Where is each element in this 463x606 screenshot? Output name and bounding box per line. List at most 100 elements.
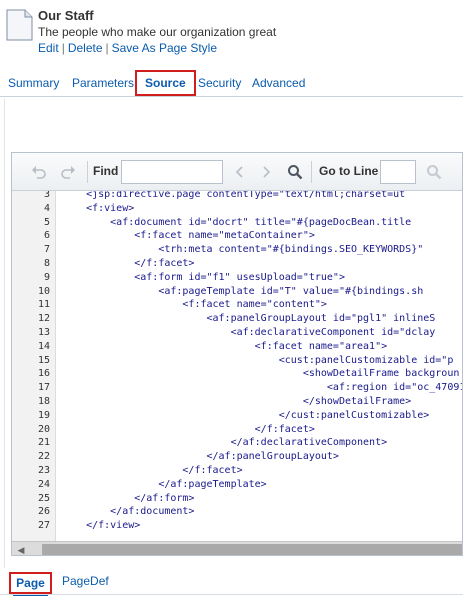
line-number: 7: [43, 244, 50, 256]
line-number: 19: [37, 409, 50, 421]
code-line: 14 <f:facet name="area1">: [12, 340, 462, 354]
magnifier-icon[interactable]: [285, 162, 305, 182]
code-line: 10 <af:pageTemplate id="T" value="#{bind…: [12, 285, 462, 299]
delete-link[interactable]: Delete: [68, 41, 103, 55]
line-number: 13: [37, 327, 50, 338]
code-line: 22 </af:panelGroupLayout>: [12, 450, 462, 464]
bottom-tab-divider: [0, 594, 463, 595]
code-line: 23 </f:facet>: [12, 464, 462, 478]
code-line: 19 </cust:panelCustomizable>: [12, 409, 462, 423]
code-line: 21 </af:declarativeComponent>: [12, 436, 462, 450]
tab-bar: Summary Parameters Source Security Advan…: [0, 70, 463, 96]
code-line: 13 <af:declarativeComponent id="dclay: [12, 326, 462, 340]
separator: |: [105, 41, 109, 55]
editor-toolbar: Find Go to Line: [12, 153, 462, 191]
code-text: <f:facet name="area1">: [62, 340, 388, 352]
code-text: </f:view>: [62, 520, 141, 532]
code-line: 11 <f:facet name="content">: [12, 298, 462, 312]
line-number: 16: [37, 368, 50, 380]
go-to-line-label: Go to Line: [319, 164, 379, 178]
code-text: </af:declarativeComponent>: [62, 437, 388, 449]
go-magnifier-icon[interactable]: [424, 162, 444, 182]
tab-source[interactable]: Source: [135, 70, 196, 96]
scroll-left-arrow-icon[interactable]: ◀: [15, 544, 27, 555]
code-line: 15 <cust:panelCustomizable id="p: [12, 354, 462, 368]
code-text: <af:declarativeComponent id="dclay: [62, 327, 436, 338]
horizontal-scrollbar[interactable]: ◀: [12, 541, 462, 555]
code-line: 18 </showDetailFrame>: [12, 395, 462, 409]
tab-advanced[interactable]: Advanced: [252, 70, 305, 96]
find-label: Find: [93, 164, 119, 178]
line-number: 10: [37, 285, 50, 297]
line-number: 21: [37, 437, 50, 449]
separator: |: [61, 41, 65, 55]
scrollbar-thumb[interactable]: [42, 544, 462, 555]
line-number: 11: [37, 299, 50, 311]
line-number: 4: [43, 202, 50, 214]
save-as-page-style-link[interactable]: Save As Page Style: [112, 41, 217, 55]
code-text: </af:pageTemplate>: [62, 478, 267, 490]
code-line: 7 <trh:meta content="#{bindings.SEO_KEYW…: [12, 243, 462, 257]
code-line: 25 </af:form>: [12, 492, 462, 506]
code-text: <af:document id="docrt" title="#{pageDoc…: [62, 216, 412, 228]
line-number: 24: [37, 478, 50, 490]
line-number: 22: [37, 451, 50, 463]
page-document-icon: [6, 9, 33, 41]
code-line: 27 </f:view>: [12, 519, 462, 533]
tab-summary[interactable]: Summary: [8, 70, 59, 96]
code-text: <af:panelGroupLayout id="pgl1" inlineS: [62, 313, 436, 325]
tab-parameters[interactable]: Parameters: [72, 70, 134, 96]
tab-pagedef[interactable]: PageDef: [62, 572, 109, 594]
undo-icon[interactable]: [29, 162, 49, 182]
code-text: <showDetailFrame backgroun: [62, 368, 460, 380]
line-number: 27: [37, 520, 50, 532]
header-actions: Edit | Delete | Save As Page Style: [38, 41, 217, 55]
line-number: 18: [37, 396, 50, 407]
line-number: 8: [43, 258, 50, 269]
chevron-left-icon[interactable]: [230, 162, 250, 182]
go-to-line-input[interactable]: [380, 160, 416, 184]
code-text: </af:form>: [62, 492, 195, 504]
line-number: 9: [43, 271, 50, 283]
code-text: </f:facet>: [62, 465, 243, 476]
line-number: 15: [37, 354, 50, 366]
line-number: 3: [43, 191, 50, 200]
code-text: </af:panelGroupLayout>: [62, 451, 339, 463]
line-number: 5: [43, 216, 50, 228]
code-text: </f:facet>: [62, 258, 195, 269]
toolbar-separator: [311, 161, 312, 183]
edit-link[interactable]: Edit: [38, 41, 59, 55]
redo-icon[interactable]: [58, 162, 78, 182]
tab-security[interactable]: Security: [198, 70, 241, 96]
code-text: <cust:panelCustomizable id="p: [62, 354, 454, 366]
code-line: 26 </af:document>: [12, 505, 462, 519]
toolbar-separator: [87, 161, 88, 183]
find-input[interactable]: [121, 160, 223, 184]
code-text: </showDetailFrame>: [62, 396, 412, 407]
tab-page[interactable]: Page: [9, 572, 52, 596]
line-number: 20: [37, 423, 50, 435]
code-text: <af:region id="oc_47091: [62, 382, 463, 394]
code-line: 4 <f:view>: [12, 202, 462, 216]
chevron-right-icon[interactable]: [256, 162, 276, 182]
code-text: <f:view>: [62, 202, 135, 214]
code-line: 16 <showDetailFrame backgroun: [12, 367, 462, 381]
code-text: <jsp:directive.page contentType="text/ht…: [62, 191, 406, 200]
code-line: 12 <af:panelGroupLayout id="pgl1" inline…: [12, 312, 462, 326]
code-line: 17 <af:region id="oc_47091: [12, 381, 463, 395]
code-text: </f:facet>: [62, 423, 315, 435]
code-line: 9 <af:form id="f1" usesUpload="true">: [12, 271, 462, 285]
code-text: </af:document>: [62, 506, 195, 518]
code-text: <af:pageTemplate id="T" value="#{binding…: [62, 285, 424, 297]
page-subtitle: The people who make our organization gre…: [38, 25, 277, 39]
code-text: <trh:meta content="#{bindings.SEO_KEYWOR…: [62, 244, 424, 256]
page-title: Our Staff: [38, 8, 94, 23]
line-number: 25: [37, 492, 50, 504]
line-number: 17: [37, 382, 50, 394]
code-text: <f:facet name="content">: [62, 299, 327, 311]
code-line: 5 <af:document id="docrt" title="#{pageD…: [12, 216, 462, 230]
code-content[interactable]: 3 <jsp:directive.page contentType="text/…: [12, 191, 463, 541]
line-number: 6: [43, 230, 50, 242]
code-line: 24 </af:pageTemplate>: [12, 478, 462, 492]
code-line: 3 <jsp:directive.page contentType="text/…: [12, 191, 462, 202]
